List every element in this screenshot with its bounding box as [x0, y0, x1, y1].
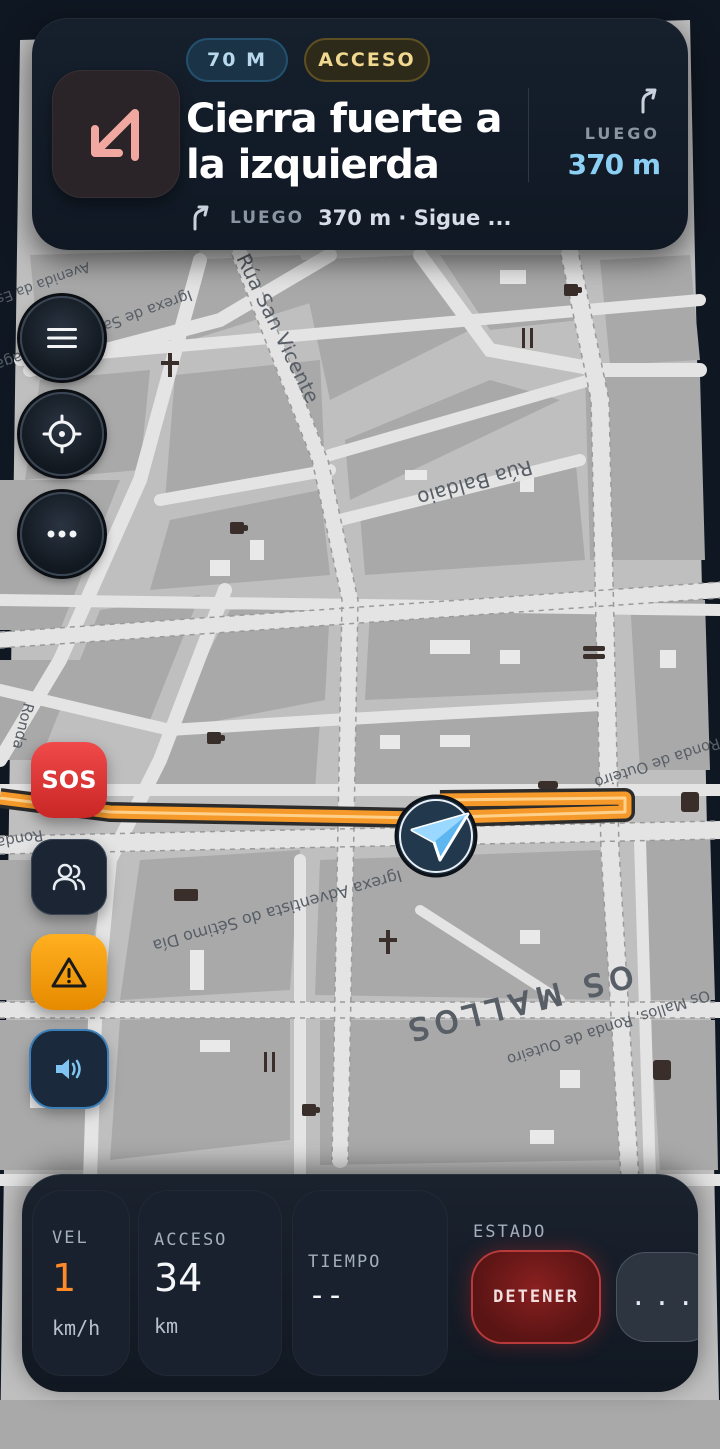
road-card: ACCESO 34 km	[138, 1190, 282, 1376]
time-card: TIEMPO --	[292, 1190, 448, 1376]
stop-button[interactable]: DETENER	[473, 1252, 599, 1342]
recenter-button[interactable]	[20, 392, 104, 476]
crosshair-icon	[42, 414, 82, 454]
instruction-text: Cierra fuerte a la izquierda	[186, 96, 502, 188]
next-label: LUEGO	[584, 124, 660, 143]
sharp-left-arrow-icon	[91, 109, 139, 161]
people-button[interactable]	[31, 839, 107, 915]
next-maneuver: LUEGO 370 m	[552, 88, 664, 198]
navigation-screen: Rúa San Vicente Avenida da Estación Igre…	[0, 0, 720, 1449]
dashboard-more-button[interactable]: ...	[616, 1252, 698, 1342]
time-label: TIEMPO	[308, 1252, 382, 1272]
status-label: ESTADO	[473, 1222, 547, 1242]
speaker-icon	[56, 1059, 81, 1079]
menu-button[interactable]	[20, 296, 104, 380]
road-label: ACCESO	[154, 1230, 228, 1250]
report-hazard-button[interactable]	[31, 934, 107, 1010]
trip-dashboard: VEL 1 km/h ACCESO 34 km TIEMPO -- ESTADO…	[22, 1174, 698, 1392]
more-dots-icon	[47, 530, 77, 538]
hamburger-menu-icon	[47, 328, 77, 348]
fastfood-icon	[538, 781, 558, 789]
pub-icon	[174, 889, 198, 901]
slight-right-arrow-icon	[193, 205, 209, 231]
more-options-button[interactable]	[20, 492, 104, 576]
speed-label: VEL	[52, 1228, 89, 1248]
sos-button[interactable]: SOS	[31, 742, 107, 818]
vehicle-marker	[394, 794, 478, 878]
speed-unit: km/h	[52, 1316, 101, 1340]
warning-icon	[51, 957, 87, 988]
speed-value: 1	[52, 1256, 77, 1300]
road-pill: ACCESO	[304, 38, 430, 82]
road-unit: km	[154, 1314, 179, 1338]
then-label: LUEGO	[230, 208, 305, 228]
instruction-panel[interactable]: 70 M ACCESO Cierra fuerte a la izquierda…	[32, 18, 688, 250]
people-icon	[52, 863, 86, 891]
then-text: 370 m · Sigue ...	[318, 206, 512, 230]
time-value: --	[308, 1278, 345, 1313]
road-value: 34	[154, 1256, 203, 1300]
turn-indicator	[52, 70, 180, 198]
next-maneuver-icon	[641, 88, 657, 114]
shop-icon	[653, 1060, 671, 1080]
then-row: LUEGO 370 m · Sigue ...	[190, 202, 511, 234]
next-distance: 370 m	[567, 148, 661, 181]
sound-button[interactable]	[31, 1031, 107, 1107]
divider	[528, 88, 529, 182]
bus-icon	[681, 792, 699, 812]
distance-pill: 70 M	[186, 38, 288, 82]
speed-card: VEL 1 km/h	[32, 1190, 130, 1376]
